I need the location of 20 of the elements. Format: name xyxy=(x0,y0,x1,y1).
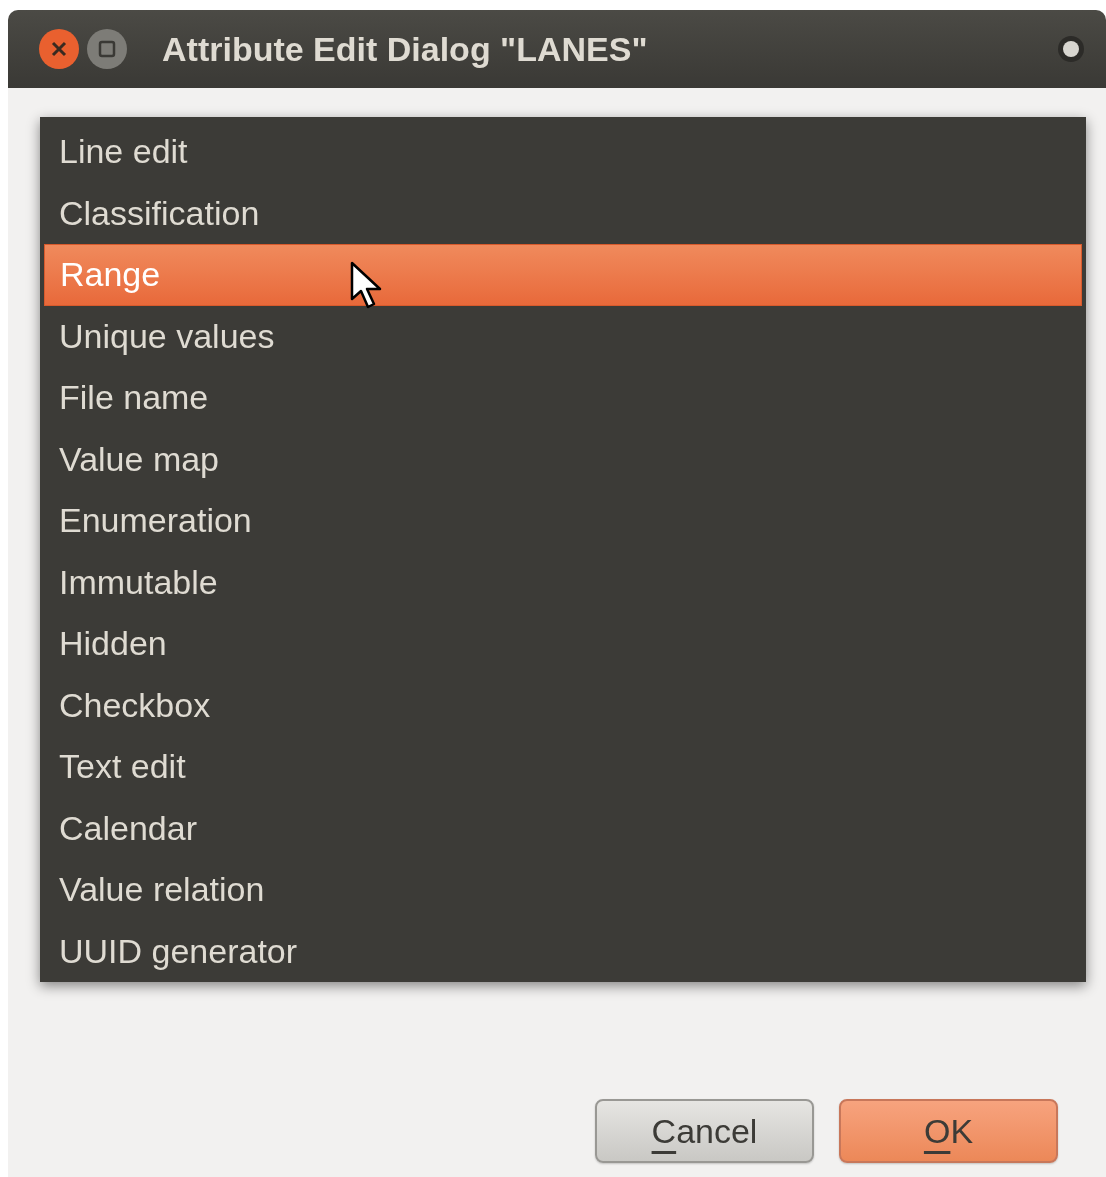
list-item[interactable]: Unique values xyxy=(44,305,1082,367)
list-item[interactable]: Text edit xyxy=(44,736,1082,798)
dot-icon xyxy=(1056,34,1086,64)
cancel-button[interactable]: Cancel xyxy=(595,1099,814,1163)
list-item[interactable]: Value map xyxy=(44,428,1082,490)
list-item[interactable]: Immutable xyxy=(44,551,1082,613)
ok-button[interactable]: OK xyxy=(839,1099,1058,1163)
list-item[interactable]: Checkbox xyxy=(44,674,1082,736)
list-item[interactable]: Calendar xyxy=(44,797,1082,859)
close-icon[interactable] xyxy=(38,28,80,70)
list-item[interactable]: Classification xyxy=(44,182,1082,244)
list-item[interactable]: Line edit xyxy=(44,121,1082,183)
list-item[interactable]: File name xyxy=(44,367,1082,429)
list-item[interactable]: Enumeration xyxy=(44,490,1082,552)
list-item[interactable]: UUID generator xyxy=(44,920,1082,982)
list-item[interactable]: Value relation xyxy=(44,859,1082,921)
maximize-icon[interactable] xyxy=(86,28,128,70)
list-item[interactable]: Hidden xyxy=(44,613,1082,675)
mouse-pointer-icon xyxy=(350,261,384,311)
window-title: Attribute Edit Dialog "LANES" xyxy=(162,28,648,70)
